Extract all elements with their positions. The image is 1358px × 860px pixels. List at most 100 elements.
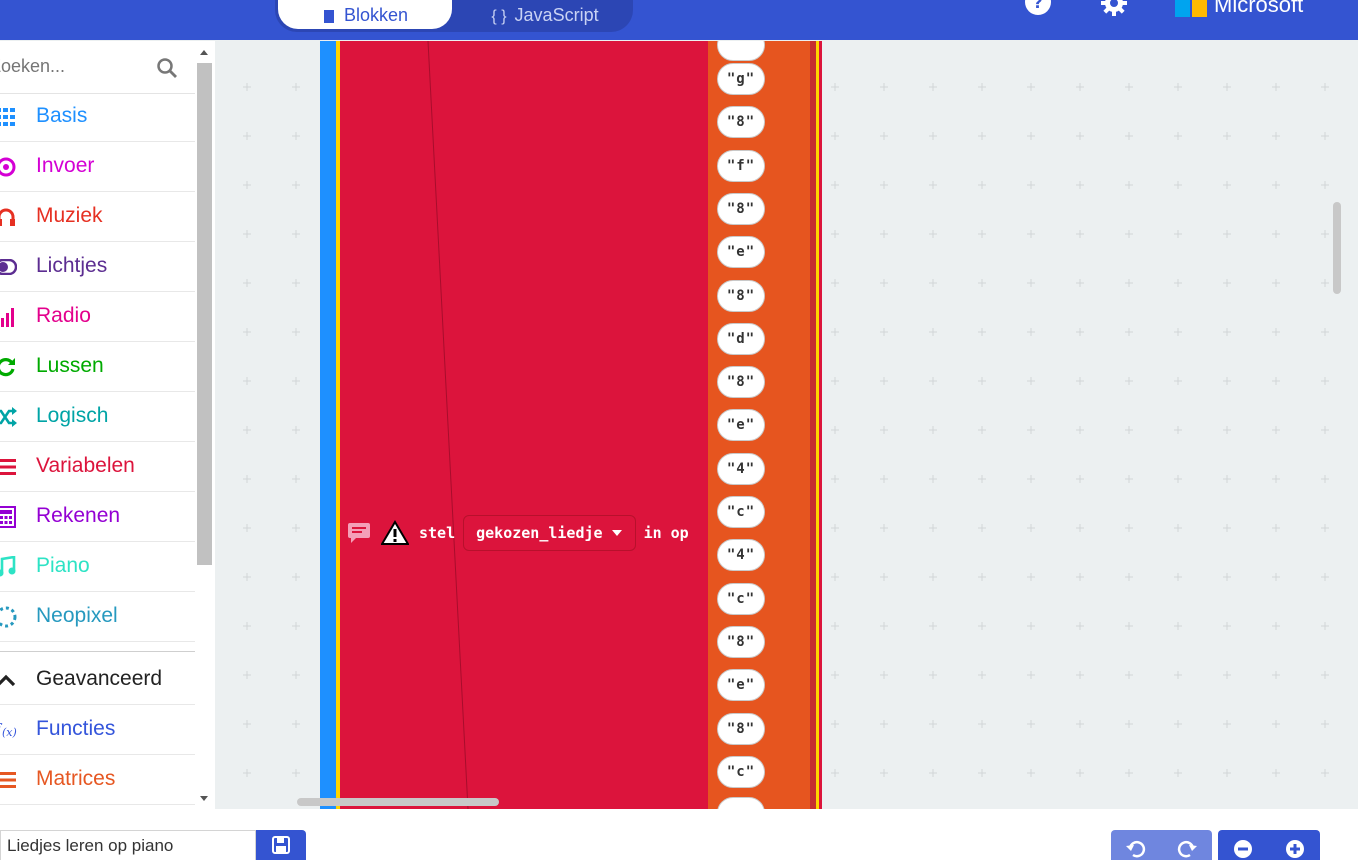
toolbox-category-variabelen[interactable]: Variabelen bbox=[0, 442, 195, 492]
chevron-up-icon bbox=[0, 669, 18, 691]
string-literal[interactable]: "8" bbox=[717, 712, 765, 745]
gear-icon bbox=[1101, 0, 1127, 16]
tab-blocks[interactable]: Blokken bbox=[278, 0, 452, 29]
dropdown-arrow-icon bbox=[611, 530, 622, 536]
music-note-icon bbox=[0, 556, 18, 578]
save-button[interactable] bbox=[256, 830, 306, 860]
scroll-up-arrow-icon[interactable] bbox=[200, 50, 208, 55]
grid-icon bbox=[0, 106, 18, 128]
toolbox-category-radio[interactable]: Radio bbox=[0, 292, 195, 342]
toolbox-category-logisch[interactable]: Logisch bbox=[0, 392, 195, 442]
calculator-icon bbox=[0, 506, 18, 528]
svg-text:(x): (x) bbox=[2, 726, 17, 739]
string-literal[interactable]: "e" bbox=[717, 409, 765, 442]
project-name-input[interactable] bbox=[0, 830, 256, 860]
shuffle-icon bbox=[0, 406, 18, 428]
toolbox-category-label: Radio bbox=[36, 304, 91, 327]
set-statement[interactable]: stel gekozen_liedje in op bbox=[347, 513, 689, 553]
tab-blocks-label: Blokken bbox=[343, 5, 409, 25]
string-literal[interactable]: "4" bbox=[717, 539, 765, 572]
toolbox-category-label: Muziek bbox=[36, 204, 103, 227]
variable-dropdown[interactable]: gekozen_liedje bbox=[463, 515, 636, 551]
string-literal-partial[interactable] bbox=[717, 797, 765, 809]
scroll-down-arrow-icon[interactable] bbox=[200, 796, 208, 801]
settings-button[interactable] bbox=[1099, 0, 1129, 20]
refresh-icon bbox=[0, 356, 18, 378]
toolbox-category-lussen[interactable]: Lussen bbox=[0, 342, 195, 392]
signal-bars-icon bbox=[0, 306, 18, 328]
connector-line bbox=[427, 41, 469, 809]
puzzle-icon bbox=[323, 10, 334, 23]
block-edge-red bbox=[819, 41, 822, 809]
toolbox-category-lichtjes[interactable]: Lichtjes bbox=[0, 242, 195, 292]
lines-icon bbox=[0, 769, 18, 791]
undo-icon[interactable] bbox=[1125, 838, 1147, 860]
editor-toggle: Blokken { } JavaScript bbox=[275, 0, 633, 32]
toolbox-category-label: Invoer bbox=[36, 154, 95, 177]
toolbox-category-matrices[interactable]: Matrices bbox=[0, 755, 195, 805]
toggle-icon bbox=[0, 256, 18, 278]
dotted-ring-icon bbox=[0, 606, 18, 628]
toolbox-category-label: Logisch bbox=[36, 404, 109, 427]
toolbox-category-neopixel[interactable]: Neopixel bbox=[0, 592, 195, 642]
string-literal[interactable]: "c" bbox=[717, 755, 765, 788]
function-icon: f(x) bbox=[0, 719, 18, 741]
toolbox-scrollbar[interactable] bbox=[195, 41, 215, 809]
toolbox-category-label: Variabelen bbox=[36, 454, 135, 477]
braces-icon: { } bbox=[491, 8, 507, 25]
toolbox-category-label: Basis bbox=[36, 104, 88, 127]
set-suffix: in op bbox=[643, 524, 689, 542]
toolbox-category-piano[interactable]: Piano bbox=[0, 542, 195, 592]
toolbox-category-label: Lichtjes bbox=[36, 254, 108, 277]
toolbox-scroll-thumb[interactable] bbox=[197, 63, 212, 565]
workspace-vscroll-thumb[interactable] bbox=[1333, 202, 1341, 294]
lines-icon bbox=[0, 456, 18, 478]
undo-redo-group bbox=[1111, 830, 1212, 860]
question-circle-icon: ? bbox=[1025, 0, 1051, 15]
string-literal[interactable]: "8" bbox=[717, 279, 765, 312]
zoom-out-icon[interactable] bbox=[1232, 838, 1254, 860]
search-input[interactable] bbox=[0, 55, 152, 78]
tab-javascript[interactable]: { } JavaScript bbox=[465, 0, 625, 29]
toolbox-category-rekenen[interactable]: Rekenen bbox=[0, 492, 195, 542]
toolbox-category-label: Matrices bbox=[36, 767, 116, 790]
toolbox-category-label: Rekenen bbox=[36, 504, 121, 527]
redo-icon[interactable] bbox=[1176, 838, 1198, 860]
zoom-in-icon[interactable] bbox=[1284, 838, 1306, 860]
toolbox-search bbox=[0, 41, 195, 94]
toolbox-category-functies[interactable]: f(x) Functies bbox=[0, 705, 195, 755]
string-literal[interactable]: "c" bbox=[717, 582, 765, 615]
string-literal[interactable]: "c" bbox=[717, 496, 765, 528]
toolbox-category-label: Neopixel bbox=[36, 604, 118, 627]
string-literal[interactable]: "f" bbox=[717, 149, 765, 182]
search-icon[interactable] bbox=[156, 57, 178, 79]
bottom-bar bbox=[0, 809, 1358, 860]
blocks-workspace[interactable]: "g" "8" "f" "8" "e" "8" "d" "8" "e" "4" "c" "4" "c" "… bbox=[215, 41, 1358, 809]
toolbox-category-muziek[interactable]: Muziek bbox=[0, 192, 195, 242]
toolbox-category-label: Functies bbox=[36, 717, 116, 740]
string-literal[interactable]: "g" bbox=[717, 63, 765, 95]
string-literal[interactable]: "4" bbox=[717, 452, 765, 485]
zoom-group bbox=[1218, 830, 1320, 860]
toolbox-category-basis[interactable]: Basis bbox=[0, 92, 195, 142]
workspace-hscroll-thumb[interactable] bbox=[297, 798, 499, 806]
warning-icon[interactable] bbox=[381, 520, 409, 546]
toolbox-category-invoer[interactable]: Invoer bbox=[0, 142, 195, 192]
set-variable-block[interactable] bbox=[340, 41, 708, 809]
string-literal[interactable]: "d" bbox=[717, 322, 765, 355]
string-literal[interactable]: "e" bbox=[717, 236, 765, 269]
brand-name[interactable]: Microsoft bbox=[1214, 0, 1303, 18]
toolbox-category-geavanceerd[interactable]: Geavanceerd bbox=[0, 655, 195, 705]
comment-icon[interactable] bbox=[347, 522, 371, 544]
help-button[interactable]: ? bbox=[1023, 0, 1053, 20]
string-literal[interactable]: "8" bbox=[717, 366, 765, 399]
string-literal[interactable]: "8" bbox=[717, 192, 765, 225]
string-literal[interactable]: "8" bbox=[717, 106, 765, 139]
string-literal[interactable]: "e" bbox=[717, 669, 765, 702]
string-literal-partial[interactable] bbox=[717, 41, 765, 61]
floppy-disk-icon bbox=[272, 836, 290, 854]
toolbox-category-label: Lussen bbox=[36, 354, 104, 377]
headphones-icon bbox=[0, 206, 18, 228]
toolbox-divider bbox=[0, 641, 195, 652]
string-literal[interactable]: "8" bbox=[717, 625, 765, 658]
